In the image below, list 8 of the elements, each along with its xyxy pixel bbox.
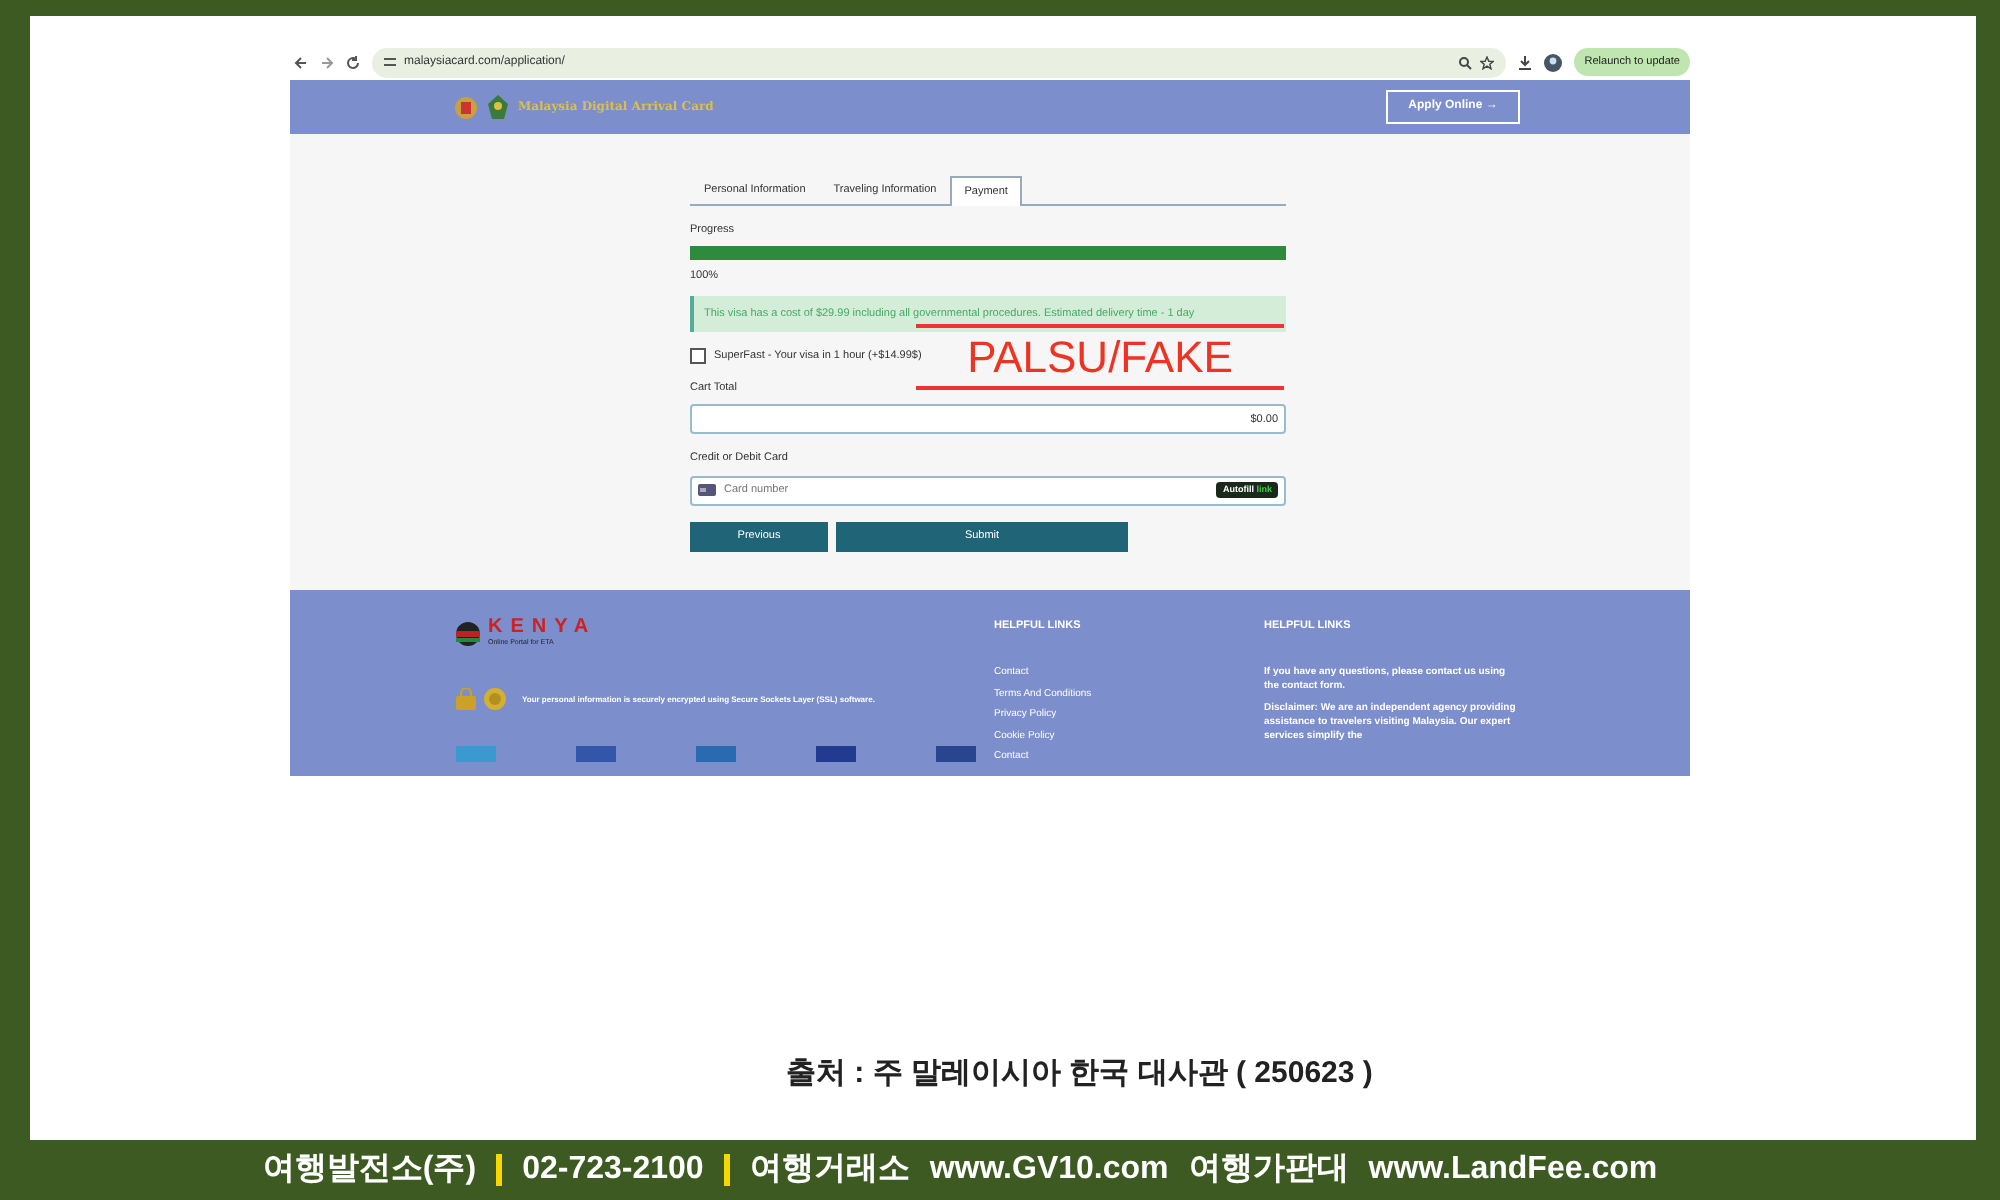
banner-text: www.GV10.com (929, 1150, 1169, 1190)
banner-text: www.LandFee.com (1368, 1150, 1658, 1190)
source-caption: 출처 : 주 말레이시아 한국 대사관 ( 250623 ) (786, 1054, 1373, 1094)
banner-text: 여행거래소 (749, 1150, 910, 1190)
brand-name: KENYA (488, 618, 597, 638)
banner-text: 02-723-2100 (522, 1150, 704, 1190)
banner-text: 여행발전소(주) (262, 1150, 477, 1190)
banner-text: 여행가판대 (1188, 1150, 1349, 1190)
